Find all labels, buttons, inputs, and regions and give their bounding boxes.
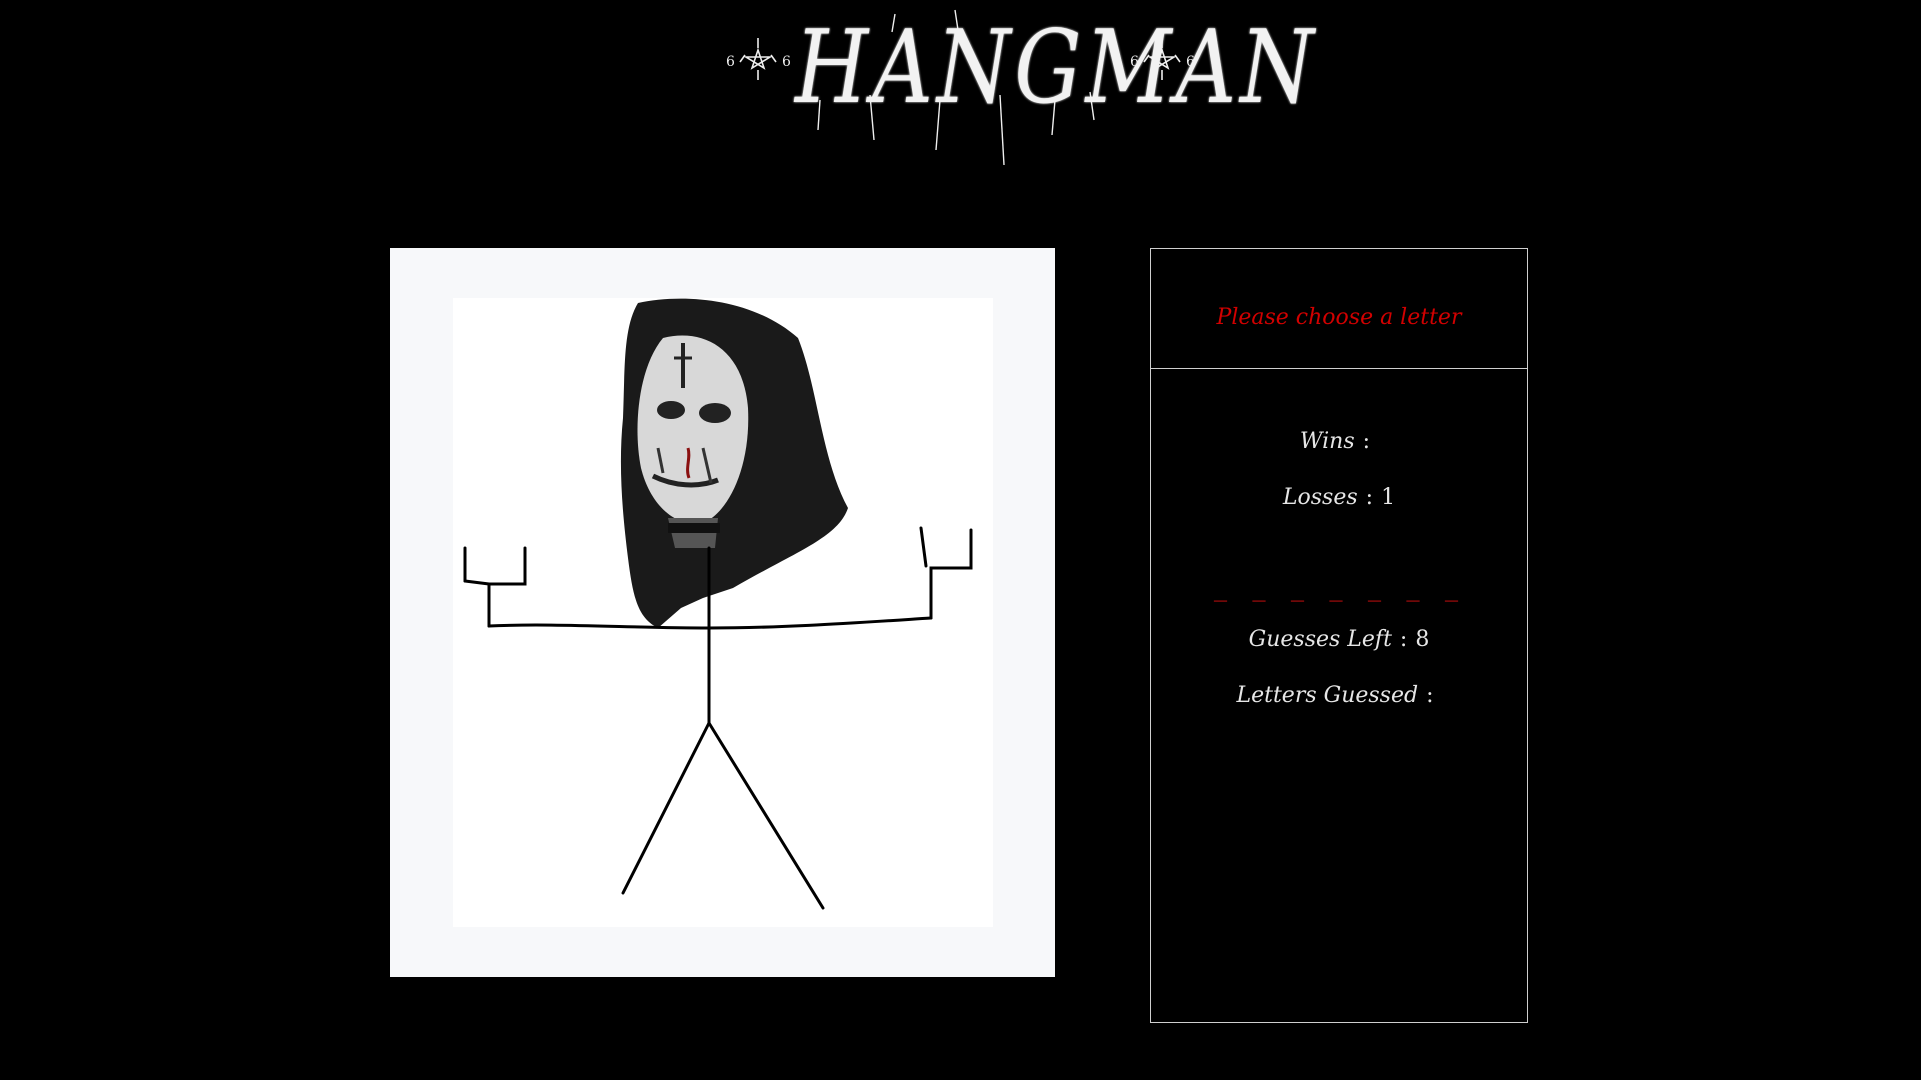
hangman-canvas [453,298,993,927]
wins-stat: Wins: [1151,429,1527,454]
losses-stat: Losses:1 [1151,485,1527,510]
guesses-left-value: 8 [1415,627,1430,652]
losses-value: 1 [1381,485,1396,510]
wins-separator: : [1362,429,1371,454]
losses-separator: : [1365,485,1374,510]
hangman-figure [463,298,973,910]
pentagram-left-icon: 6 6 [726,38,791,80]
game-title: HANGMAN [795,8,1318,126]
letters-guessed-stat: Letters Guessed: [1151,683,1527,708]
wins-label: Wins [1299,429,1355,454]
guesses-left-label: Guesses Left [1248,627,1392,652]
prompt-box: Please choose a letter [1151,249,1527,369]
letters-guessed-separator: : [1426,683,1434,708]
prompt-text: Please choose a letter [1216,305,1462,330]
guesses-left-separator: : [1399,627,1408,652]
guesses-left-stat: Guesses Left:8 [1151,627,1527,652]
header: 6 6 6 6 HANGMAN [700,0,1318,200]
svg-text:6: 6 [726,54,735,70]
svg-text:6: 6 [782,54,791,70]
word-blanks: _ _ _ _ _ _ _ [1213,577,1465,602]
losses-label: Losses [1282,485,1358,510]
letters-guessed-label: Letters Guessed [1236,683,1419,708]
hangman-page: 6 6 6 6 HANGMAN Please choose a letter W… [0,0,1921,1080]
game-info-panel: Please choose a letter Wins: Losses:1 _ … [1150,248,1528,1023]
hangman-drawing-panel [390,248,1055,977]
head-photo-image [620,298,848,628]
